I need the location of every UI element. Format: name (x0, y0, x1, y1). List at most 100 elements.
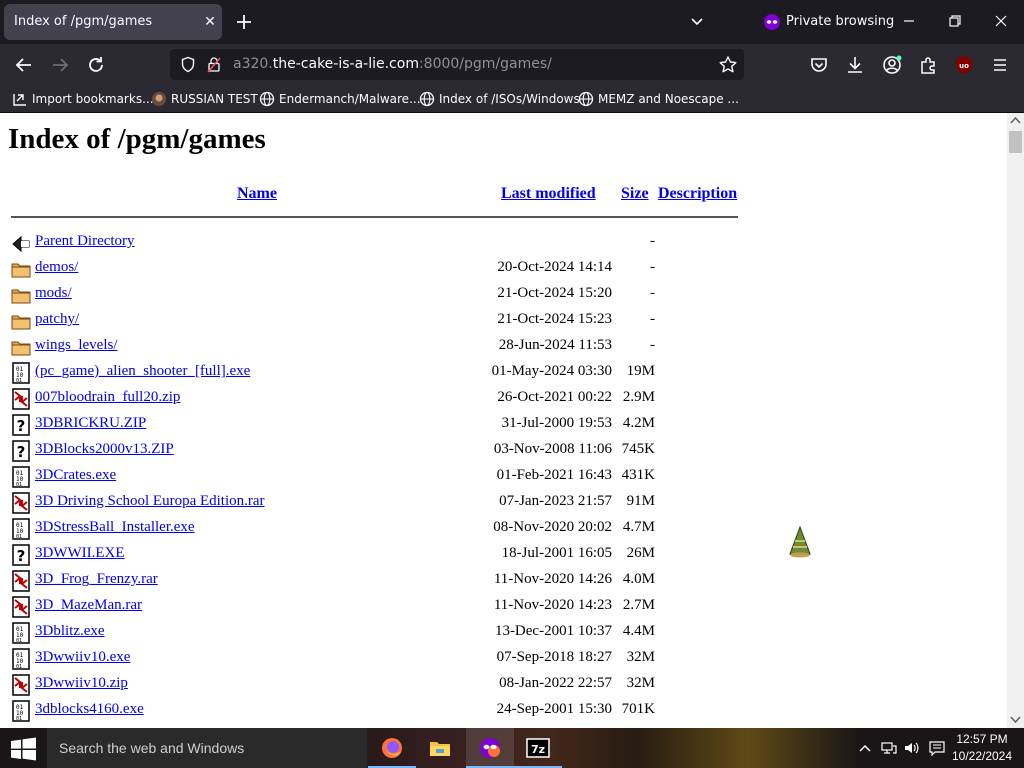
volume-icon[interactable] (903, 740, 919, 756)
archive-file-icon (11, 570, 31, 592)
file-modified-date: 21-Oct-2024 15:23 (497, 311, 612, 327)
file-modified-date: 21-Oct-2024 15:20 (497, 285, 612, 301)
taskbar-7zip[interactable]: 7z (514, 728, 562, 768)
taskbar-clock[interactable]: 12:57 PM 10/22/2024 (946, 731, 1018, 765)
globe-icon (259, 91, 275, 107)
extensions-puzzle-icon[interactable] (917, 54, 939, 76)
column-header-name[interactable]: Name (237, 185, 277, 203)
file-size: - (650, 285, 655, 301)
scroll-up-arrow-icon[interactable] (1010, 116, 1021, 124)
forward-arrow-icon[interactable] (47, 52, 73, 78)
vertical-scrollbar[interactable] (1007, 113, 1024, 728)
network-icon[interactable] (881, 740, 897, 756)
list-all-tabs-chevron-icon[interactable] (686, 11, 708, 33)
show-hidden-icons-chevron-icon[interactable] (857, 740, 873, 756)
file-link[interactable]: 3DCrates.exe (35, 467, 116, 484)
taskbar-firefox-private[interactable] (466, 728, 514, 768)
taskbar-search-box[interactable]: Search the web and Windows (47, 728, 367, 768)
folder-icon (11, 336, 31, 358)
svg-text:01: 01 (16, 482, 22, 488)
file-link[interactable]: 3dblocks4160.exe (35, 701, 144, 718)
file-link[interactable]: 3Dwwiiv10.zip (35, 675, 128, 692)
minimize-icon[interactable] (898, 10, 920, 32)
bookmark-russian-test[interactable]: RUSSIAN TEST (151, 90, 258, 108)
table-row: 01 10 01 3DStressBall_Installer.exe 08-Nov-2… (0, 516, 760, 542)
page-content: Index of /pgm/games Name Last modified S… (0, 113, 1007, 728)
taskbar-firefox[interactable] (368, 728, 416, 768)
file-link[interactable]: 3Dblitz.exe (35, 623, 105, 640)
tab-active[interactable]: Index of /pgm/games ✕ (4, 4, 222, 40)
file-link[interactable]: demos/ (35, 259, 78, 276)
svg-text:01: 01 (16, 638, 22, 644)
table-row: ? 3DBlocks2000v13.ZIP 03-Nov-2008 11:06 745… (0, 438, 760, 464)
downloads-icon[interactable] (844, 54, 866, 76)
svg-text:01: 01 (16, 664, 22, 670)
bookmark-endermanch-malware[interactable]: Endermanch/Malware... (259, 90, 421, 108)
file-link[interactable]: patchy/ (35, 311, 79, 328)
file-link[interactable]: 3DWWII.EXE (35, 545, 125, 562)
file-modified-date: 13-Dec-2001 10:37 (494, 623, 612, 639)
clock-date: 10/22/2024 (951, 749, 1013, 763)
file-link[interactable]: Parent Directory (35, 233, 135, 250)
file-modified-date: 31-Jul-2000 19:53 (501, 415, 612, 431)
bookmark-import[interactable]: Import bookmarks... (12, 90, 154, 108)
account-icon[interactable] (881, 54, 903, 76)
close-window-icon[interactable] (990, 10, 1012, 32)
bookmark-memz-noescape[interactable]: MEMZ and Noescape ... (578, 90, 739, 108)
file-link[interactable]: 3D Driving School Europa Edition.rar (35, 493, 265, 510)
file-size: 4.7M (622, 519, 655, 535)
ublock-origin-icon[interactable]: uo (953, 54, 975, 76)
scroll-down-arrow-icon[interactable] (1010, 716, 1021, 724)
tab-close-icon[interactable]: ✕ (200, 12, 220, 32)
insecure-lock-icon[interactable] (206, 56, 222, 73)
scrollbar-thumb[interactable] (1009, 131, 1022, 153)
file-size: 745K (621, 441, 655, 457)
windows-start-icon[interactable] (10, 737, 37, 761)
pocket-icon[interactable] (808, 54, 830, 76)
action-center-icon[interactable] (929, 740, 945, 756)
column-header-last-modified[interactable]: Last modified (501, 185, 596, 203)
svg-text:7z: 7z (531, 743, 545, 756)
svg-text:?: ? (17, 547, 26, 565)
file-link[interactable]: 3DStressBall_Installer.exe (35, 519, 195, 536)
bookmark-label: Index of /ISOs/Windows (439, 92, 580, 106)
navigation-toolbar: a320.the-cake-is-a-lie.com:8000/pgm/game… (0, 44, 1024, 85)
restore-window-icon[interactable] (944, 10, 966, 32)
bookmark-index-isos-windows[interactable]: Index of /ISOs/Windows (419, 90, 580, 108)
binary-file-icon: 01 10 01 (11, 362, 31, 384)
new-tab-plus-icon[interactable] (232, 10, 256, 34)
file-link[interactable]: 3D_MazeMan.rar (35, 597, 142, 614)
file-size: 4.2M (622, 415, 655, 431)
url-text[interactable]: a320.the-cake-is-a-lie.com:8000/pgm/game… (233, 56, 552, 72)
reload-icon[interactable] (83, 52, 109, 78)
globe-icon (419, 91, 435, 107)
bookmark-star-icon[interactable] (718, 55, 738, 75)
url-bar[interactable]: a320.the-cake-is-a-lie.com:8000/pgm/game… (170, 49, 744, 80)
file-link[interactable]: 007bloodrain_full20.zip (35, 389, 180, 406)
file-link[interactable]: 3DBlocks2000v13.ZIP (35, 441, 174, 458)
clock-time: 12:57 PM (956, 732, 1008, 746)
bookmark-label: Endermanch/Malware... (279, 92, 421, 106)
file-size: - (650, 337, 655, 353)
hamburger-menu-icon[interactable] (989, 54, 1011, 76)
file-size: - (650, 233, 655, 249)
binary-file-icon: 01 10 01 (11, 648, 31, 670)
file-link[interactable]: wings_levels/ (35, 337, 118, 354)
file-link[interactable]: 3Dwwiiv10.exe (35, 649, 130, 666)
column-header-size[interactable]: Size (621, 185, 649, 203)
back-arrow-icon[interactable] (11, 52, 37, 78)
binary-file-icon: 01 10 01 (11, 466, 31, 488)
taskbar-file-explorer[interactable] (416, 728, 464, 768)
file-size: 4.0M (622, 571, 655, 587)
file-link[interactable]: (pc_game)_alien_shooter_[full].exe (35, 363, 250, 380)
tracking-protection-shield-icon[interactable] (180, 56, 196, 73)
file-modified-date: 11-Nov-2020 14:23 (493, 597, 612, 613)
firefox-icon (382, 738, 402, 758)
file-link[interactable]: 3DBRICKRU.ZIP (35, 415, 146, 432)
file-link[interactable]: mods/ (35, 285, 72, 302)
table-row: wings_levels/28-Jun-2024 11:53 - (0, 334, 760, 360)
table-row: 01 10 01 (pc_game)_alien_shooter_[full].exe… (0, 360, 760, 386)
file-link[interactable]: 3D_Frog_Frenzy.rar (35, 571, 158, 588)
column-header-description[interactable]: Description (658, 185, 737, 203)
table-row: 01 10 01 3DCrates.exe 01-Feb-2021 16:43 431K (0, 464, 760, 490)
